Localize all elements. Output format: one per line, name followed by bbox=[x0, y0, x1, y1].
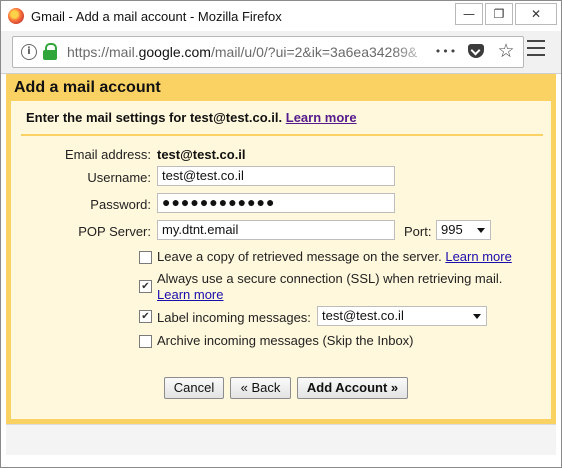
intro-text: Enter the mail settings for test@test.co… bbox=[26, 110, 357, 125]
password-label: Password: bbox=[90, 197, 151, 212]
window-controls: — ❐ ✕ bbox=[453, 3, 557, 25]
label-incoming-label: Label incoming messages: bbox=[157, 310, 311, 325]
port-label: Port: bbox=[404, 224, 432, 239]
label-select[interactable]: test@test.co.il bbox=[317, 306, 487, 326]
bookmark-star-icon[interactable]: ☆ bbox=[497, 40, 515, 62]
intro-learn-more-link[interactable]: Learn more bbox=[286, 110, 357, 125]
title-bar: Gmail - Add a mail account - Mozilla Fir… bbox=[1, 1, 561, 31]
label-incoming-checkbox[interactable]: ✔ bbox=[139, 310, 152, 323]
close-button[interactable]: ✕ bbox=[515, 3, 557, 25]
pocket-icon[interactable] bbox=[467, 42, 485, 60]
page-actions-icon[interactable]: ••• bbox=[435, 42, 456, 60]
lock-icon[interactable] bbox=[43, 43, 57, 60]
site-info-icon[interactable]: i bbox=[21, 44, 37, 60]
url-text[interactable]: https://mail.google.com/mail/u/0/?ui=2&i… bbox=[67, 44, 437, 60]
email-label: Email address: bbox=[65, 147, 151, 162]
ssl-learn-more-link[interactable]: Learn more bbox=[157, 287, 223, 302]
restore-button[interactable]: ❐ bbox=[485, 3, 513, 25]
email-value: test@test.co.il bbox=[157, 147, 246, 162]
minimize-button[interactable]: — bbox=[455, 3, 483, 25]
dialog-title: Add a mail account bbox=[14, 79, 161, 96]
firefox-logo-icon bbox=[8, 8, 24, 24]
browser-window: Gmail - Add a mail account - Mozilla Fir… bbox=[0, 0, 562, 468]
ssl-label: Always use a secure connection (SSL) whe… bbox=[157, 271, 503, 286]
browser-toolbar: i https://mail.google.com/mail/u/0/?ui=2… bbox=[1, 31, 561, 74]
archive-label: Archive incoming messages (Skip the Inbo… bbox=[157, 333, 414, 348]
window-title: Gmail - Add a mail account - Mozilla Fir… bbox=[31, 9, 282, 24]
leave-copy-learn-more-link[interactable]: Learn more bbox=[445, 249, 511, 264]
hamburger-menu-icon[interactable] bbox=[527, 40, 545, 56]
back-button[interactable]: « Back bbox=[230, 377, 291, 399]
leave-copy-checkbox[interactable] bbox=[139, 251, 152, 264]
add-mail-dialog: Add a mail account Enter the mail settin… bbox=[6, 74, 556, 424]
port-select[interactable]: 995 bbox=[436, 220, 491, 240]
leave-copy-label: Leave a copy of retrieved message on the… bbox=[157, 249, 512, 264]
archive-checkbox[interactable] bbox=[139, 335, 152, 348]
password-field[interactable]: ●●●●●●●●●●●● bbox=[157, 193, 395, 213]
chevron-down-icon bbox=[473, 314, 481, 319]
username-field[interactable]: test@test.co.il bbox=[157, 166, 395, 186]
cancel-button[interactable]: Cancel bbox=[164, 377, 224, 399]
ssl-checkbox[interactable]: ✔ bbox=[139, 280, 152, 293]
username-label: Username: bbox=[87, 170, 151, 185]
url-bar[interactable]: i https://mail.google.com/mail/u/0/?ui=2… bbox=[12, 36, 524, 68]
add-account-button[interactable]: Add Account » bbox=[297, 377, 408, 399]
pop-server-field[interactable]: my.dtnt.email bbox=[157, 220, 395, 240]
dialog-body: Enter the mail settings for test@test.co… bbox=[11, 101, 551, 419]
status-strip bbox=[6, 424, 556, 455]
chevron-down-icon bbox=[477, 228, 485, 233]
pop-server-label: POP Server: bbox=[78, 224, 151, 239]
divider bbox=[21, 134, 543, 136]
